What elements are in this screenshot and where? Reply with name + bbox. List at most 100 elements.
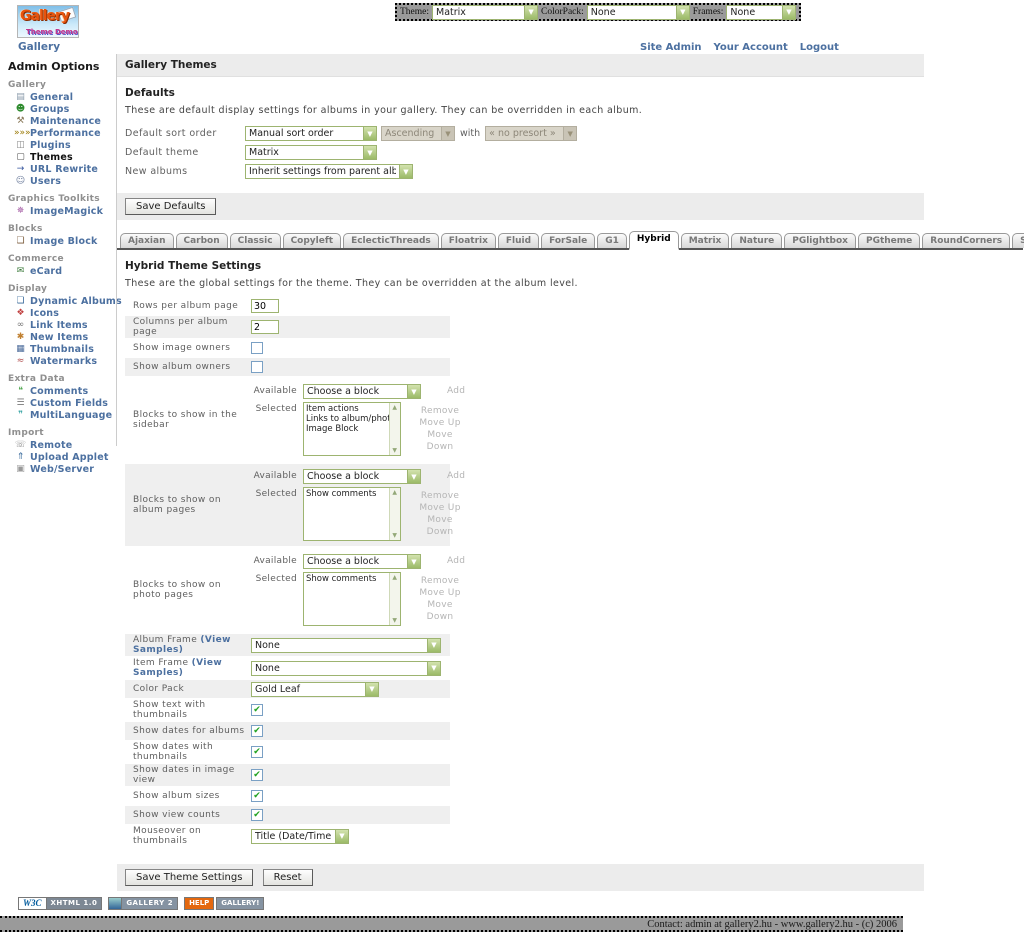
show-view-counts-checkbox[interactable]: ✔: [251, 809, 263, 821]
default-sort-order-select[interactable]: Manual sort order ▼: [245, 126, 377, 141]
remove-button[interactable]: Remove: [415, 405, 466, 417]
gallery2-badge[interactable]: GALLERY 2: [108, 897, 178, 910]
save-theme-settings-button[interactable]: Save Theme Settings: [125, 869, 253, 886]
album-frame-select[interactable]: None▼: [251, 638, 441, 653]
blocks-to-show-on-photo-pages-available-select[interactable]: Choose a block▼: [303, 554, 421, 569]
remove-button[interactable]: Remove: [415, 575, 466, 587]
show-album-owners-checkbox[interactable]: [251, 361, 263, 373]
tab-forsale[interactable]: ForSale: [541, 233, 595, 248]
sidebar-item-plugins[interactable]: ◫Plugins: [14, 140, 117, 151]
scrollbar[interactable]: ▲▼: [389, 488, 400, 540]
sidebar-item-web-server[interactable]: ▣Web/Server: [14, 464, 117, 475]
remove-button[interactable]: Remove: [415, 490, 466, 502]
show-dates-for-albums-checkbox[interactable]: ✔: [251, 725, 263, 737]
scroll-down-icon[interactable]: ▼: [392, 447, 397, 454]
move-down-button[interactable]: Move Down: [415, 429, 466, 453]
scroll-up-icon[interactable]: ▲: [392, 574, 397, 581]
show-text-with-thumbnails-checkbox[interactable]: ✔: [251, 704, 263, 716]
tab-classic[interactable]: Classic: [230, 233, 281, 248]
default-theme-select[interactable]: Matrix ▼: [245, 145, 377, 160]
move-up-button[interactable]: Move Up: [415, 587, 466, 599]
sidebar-item-url-rewrite[interactable]: →URL Rewrite: [14, 164, 117, 175]
scroll-up-icon[interactable]: ▲: [392, 489, 397, 496]
tab-ajaxian[interactable]: Ajaxian: [120, 233, 174, 248]
sidebar-item-general[interactable]: ▤General: [14, 92, 117, 103]
sidebar-item-image-block[interactable]: ❑Image Block: [14, 236, 117, 247]
sidebar-item-users[interactable]: ☺Users: [14, 176, 117, 187]
move-down-button[interactable]: Move Down: [415, 514, 466, 538]
sidebar-item-watermarks[interactable]: ≈Watermarks: [14, 356, 117, 367]
sidebar-item-custom-fields[interactable]: ☰Custom Fields: [14, 398, 117, 409]
tab-copyleft[interactable]: Copyleft: [283, 233, 342, 248]
list-option[interactable]: Links to album/photo peers: [306, 414, 387, 424]
sidebar-item-upload-applet[interactable]: ⇑Upload Applet: [14, 452, 117, 463]
tab-g1[interactable]: G1: [597, 233, 627, 248]
list-option[interactable]: Image Block: [306, 424, 387, 434]
tab-eclecticthreads[interactable]: EclecticThreads: [343, 233, 439, 248]
scroll-up-icon[interactable]: ▲: [392, 404, 397, 411]
sidebar-item-themes[interactable]: ▢Themes: [14, 152, 117, 163]
sidebar-item-maintenance[interactable]: ⚒Maintenance: [14, 116, 117, 127]
sidebar-item-ecard[interactable]: ✉eCard: [14, 266, 117, 277]
sidebar-item-performance[interactable]: »»»Performance: [14, 128, 117, 139]
color-pack-select[interactable]: Gold Leaf▼: [251, 682, 379, 697]
blocks-to-show-on-album-pages-selected-list[interactable]: Show comments▲▼: [303, 487, 401, 541]
show-album-sizes-checkbox[interactable]: ✔: [251, 790, 263, 802]
sidebar-item-dynamic-albums[interactable]: ❏Dynamic Albums: [14, 296, 117, 307]
tab-floatrix[interactable]: Floatrix: [441, 233, 496, 248]
view-samples-link[interactable]: (View Samples): [133, 635, 231, 655]
item-frame-select[interactable]: None▼: [251, 661, 441, 676]
list-option[interactable]: Item actions: [306, 404, 387, 414]
tab-matrix[interactable]: Matrix: [681, 233, 730, 248]
sidebar-item-new-items[interactable]: ✱New Items: [14, 332, 117, 343]
mouseover-on-thumbnails-select[interactable]: Title (Date/Time)▼: [251, 829, 349, 844]
sidebar-item-imagemagick[interactable]: ✵ImageMagick: [14, 206, 117, 217]
w3c-xhtml-badge[interactable]: W3C XHTML 1.0: [18, 897, 102, 910]
blocks-to-show-in-the-sidebar-available-select[interactable]: Choose a block▼: [303, 384, 421, 399]
sidebar-item-thumbnails[interactable]: ▦Thumbnails: [14, 344, 117, 355]
add-button[interactable]: Add: [447, 554, 465, 566]
breadcrumb[interactable]: Gallery: [18, 41, 60, 53]
list-option[interactable]: Show comments: [306, 574, 387, 584]
tab-pglightbox[interactable]: PGlightbox: [784, 233, 856, 248]
new-albums-select[interactable]: Inherit settings from parent album ▼: [245, 164, 413, 179]
add-button[interactable]: Add: [447, 469, 465, 481]
show-dates-in-image-view-checkbox[interactable]: ✔: [251, 769, 263, 781]
blocks-to-show-on-photo-pages-selected-list[interactable]: Show comments▲▼: [303, 572, 401, 626]
sidebar-item-link-items[interactable]: ∞Link Items: [14, 320, 117, 331]
view-samples-link[interactable]: (View Samples): [133, 658, 222, 678]
tab-siriux[interactable]: Siriux: [1012, 233, 1024, 248]
your-account-link[interactable]: Your Account: [714, 42, 788, 53]
sidebar-item-multilanguage[interactable]: ❞MultiLanguage: [14, 410, 117, 421]
move-down-button[interactable]: Move Down: [415, 599, 466, 623]
scroll-down-icon[interactable]: ▼: [392, 532, 397, 539]
scrollbar[interactable]: ▲▼: [389, 403, 400, 455]
move-up-button[interactable]: Move Up: [415, 417, 466, 429]
add-button[interactable]: Add: [447, 384, 465, 396]
reset-button[interactable]: Reset: [263, 869, 313, 886]
list-option[interactable]: Show comments: [306, 489, 387, 499]
logout-link[interactable]: Logout: [800, 42, 839, 53]
columns-per-album-page-input[interactable]: [251, 320, 279, 334]
scrollbar[interactable]: ▲▼: [389, 573, 400, 625]
sidebar-item-comments[interactable]: ❝Comments: [14, 386, 117, 397]
tab-nature[interactable]: Nature: [731, 233, 782, 248]
gallery-logo[interactable]: Gallery Theme Demo: [17, 5, 79, 38]
blocks-to-show-in-the-sidebar-selected-list[interactable]: Item actionsLinks to album/photo peersIm…: [303, 402, 401, 456]
site-admin-link[interactable]: Site Admin: [640, 42, 702, 53]
tab-hybrid[interactable]: Hybrid: [629, 231, 679, 250]
sidebar-item-icons[interactable]: ❖Icons: [14, 308, 117, 319]
sidebar-item-groups[interactable]: ☻Groups: [14, 104, 117, 115]
scroll-down-icon[interactable]: ▼: [392, 617, 397, 624]
tab-fluid[interactable]: Fluid: [498, 233, 539, 248]
tab-pgtheme[interactable]: PGtheme: [858, 233, 920, 248]
tab-carbon[interactable]: Carbon: [176, 233, 228, 248]
sidebar-item-remote[interactable]: ☏Remote: [14, 440, 117, 451]
save-defaults-button[interactable]: Save Defaults: [125, 198, 216, 215]
show-dates-with-thumbnails-checkbox[interactable]: ✔: [251, 746, 263, 758]
show-image-owners-checkbox[interactable]: [251, 342, 263, 354]
blocks-to-show-on-album-pages-available-select[interactable]: Choose a block▼: [303, 469, 421, 484]
rows-per-album-page-input[interactable]: [251, 299, 279, 313]
tab-roundcorners[interactable]: RoundCorners: [922, 233, 1010, 248]
move-up-button[interactable]: Move Up: [415, 502, 466, 514]
